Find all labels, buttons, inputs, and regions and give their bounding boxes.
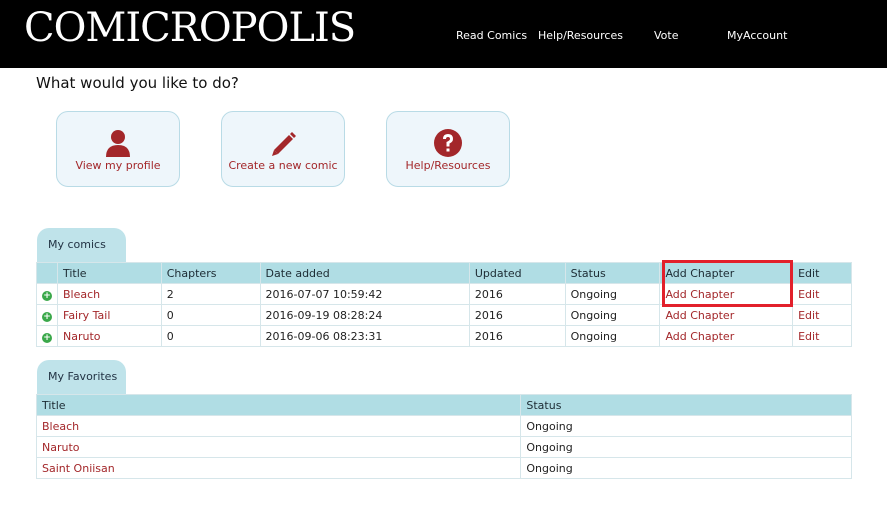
table-row: Naruto Ongoing bbox=[35, 436, 852, 458]
nav-help-resources[interactable]: Help/Resources bbox=[538, 29, 623, 42]
top-bar: COMICROPOLIS Read Comics Help/Resources … bbox=[0, 0, 887, 68]
updated: 2016 bbox=[468, 304, 566, 326]
status: Ongoing bbox=[520, 415, 852, 437]
status: Ongoing bbox=[520, 436, 852, 458]
header-chapters: Chapters bbox=[160, 262, 261, 284]
nav-read-comics[interactable]: Read Comics bbox=[456, 29, 527, 42]
tab-my-favorites[interactable]: My Favorites bbox=[37, 360, 126, 394]
add-chapter-highlight bbox=[662, 260, 793, 307]
updated: 2016 bbox=[468, 325, 566, 347]
chapters-count: 0 bbox=[160, 304, 261, 326]
pencil-icon bbox=[272, 132, 296, 156]
table-row: + Fairy Tail 0 2016-09-19 08:28:24 2016 … bbox=[36, 304, 852, 326]
add-chapter-link[interactable]: Add Chapter bbox=[659, 304, 794, 326]
nav-my-account[interactable]: MyAccount bbox=[727, 29, 787, 42]
edit-link[interactable]: Edit bbox=[792, 304, 852, 326]
tab-my-comics[interactable]: My comics bbox=[37, 228, 126, 262]
chapters-count: 0 bbox=[160, 325, 261, 347]
header-title: Title bbox=[35, 394, 522, 416]
table-row: + Naruto 0 2016-09-06 08:23:31 2016 Ongo… bbox=[36, 325, 852, 347]
header-expand bbox=[36, 262, 58, 284]
page-question: What would you like to do? bbox=[36, 74, 239, 92]
header-title: Title bbox=[57, 262, 162, 284]
header-status: Status bbox=[520, 394, 852, 416]
table-row: Saint Oniisan Ongoing bbox=[35, 457, 852, 479]
expand-row-icon[interactable]: + bbox=[42, 311, 52, 322]
create-comic-label: Create a new comic bbox=[228, 159, 338, 172]
edit-link[interactable]: Edit bbox=[792, 325, 852, 347]
create-comic-button[interactable]: Create a new comic bbox=[221, 111, 345, 187]
expand-row-icon[interactable]: + bbox=[42, 290, 52, 301]
favorite-title-link[interactable]: Bleach bbox=[35, 415, 522, 437]
help-resources-button[interactable]: Help/Resources bbox=[386, 111, 510, 187]
comic-title-link[interactable]: Fairy Tail bbox=[57, 304, 162, 326]
view-profile-button[interactable]: View my profile bbox=[56, 111, 180, 187]
view-profile-label: View my profile bbox=[75, 159, 161, 172]
updated: 2016 bbox=[468, 283, 566, 305]
table-header-row: Title Status bbox=[35, 394, 852, 416]
header-updated: Updated bbox=[468, 262, 566, 284]
status: Ongoing bbox=[564, 304, 661, 326]
my-favorites-table: Title Status Bleach Ongoing Naruto Ongoi… bbox=[35, 394, 852, 479]
nav-vote[interactable]: Vote bbox=[654, 29, 678, 42]
chapters-count: 2 bbox=[160, 283, 261, 305]
status: Ongoing bbox=[564, 325, 661, 347]
date-added: 2016-09-19 08:28:24 bbox=[259, 304, 470, 326]
date-added: 2016-09-06 08:23:31 bbox=[259, 325, 470, 347]
add-chapter-link[interactable]: Add Chapter bbox=[659, 325, 794, 347]
help-resources-label: Help/Resources bbox=[405, 159, 491, 172]
edit-link[interactable]: Edit bbox=[792, 283, 852, 305]
user-icon bbox=[106, 130, 130, 157]
expand-row-icon[interactable]: + bbox=[42, 332, 52, 343]
favorite-title-link[interactable]: Naruto bbox=[35, 436, 522, 458]
date-added: 2016-07-07 10:59:42 bbox=[259, 283, 470, 305]
question-icon bbox=[434, 129, 462, 157]
comic-title-link[interactable]: Naruto bbox=[57, 325, 162, 347]
header-edit: Edit bbox=[792, 262, 852, 284]
table-row: Bleach Ongoing bbox=[35, 415, 852, 437]
status: Ongoing bbox=[520, 457, 852, 479]
header-status: Status bbox=[564, 262, 661, 284]
favorite-title-link[interactable]: Saint Oniisan bbox=[35, 457, 522, 479]
status: Ongoing bbox=[564, 283, 661, 305]
site-logo[interactable]: COMICROPOLIS bbox=[24, 4, 356, 52]
comic-title-link[interactable]: Bleach bbox=[57, 283, 162, 305]
header-date-added: Date added bbox=[259, 262, 470, 284]
